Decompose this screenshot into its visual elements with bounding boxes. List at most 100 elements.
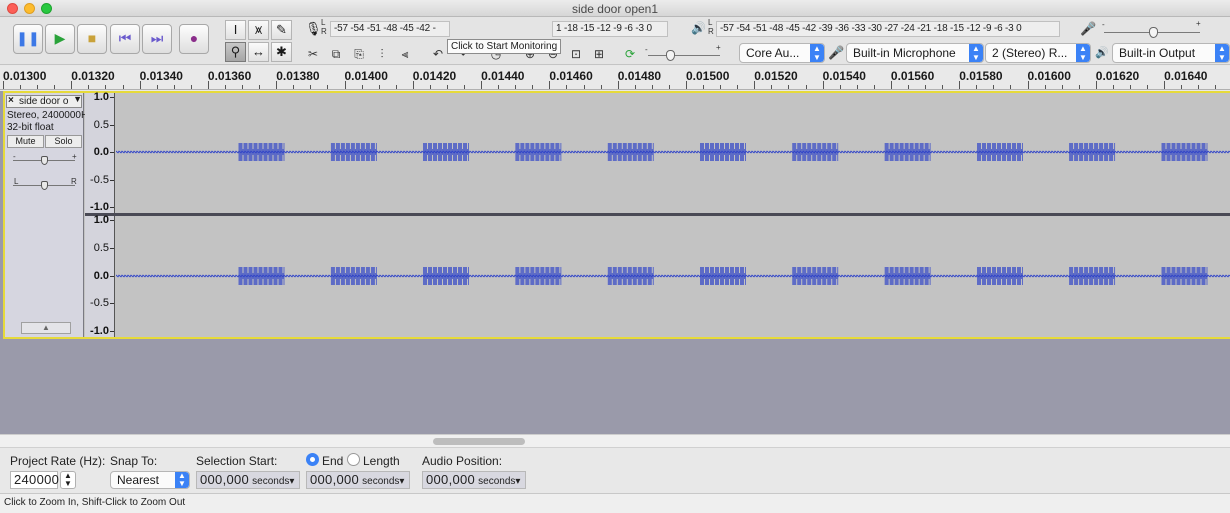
ruler-tick-mark — [276, 81, 278, 89]
right-channel-waveform[interactable] — [116, 216, 1230, 337]
ruler-tick-mark — [754, 81, 756, 89]
status-bar: Click to Zoom In, Shift-Click to Zoom Ou… — [0, 493, 1230, 513]
project-rate-combo[interactable]: 240000 — [10, 471, 59, 489]
pause-button[interactable]: ❚❚ — [13, 24, 43, 54]
ruler-tick-label: 0.01460 — [549, 69, 593, 83]
selection-start-time[interactable]: 000,000 seconds▾ — [196, 471, 300, 489]
ruler-tick-mark — [976, 85, 978, 89]
zoom-tool[interactable]: ⚲ — [225, 42, 246, 62]
draw-tool[interactable]: ✎ — [271, 20, 292, 40]
right-channel-waveform-svg — [116, 267, 1230, 285]
length-radio[interactable] — [347, 453, 360, 466]
mic-volume-icon: 🎤 — [1080, 21, 1097, 36]
track-name-menu[interactable]: side door o — [6, 95, 82, 108]
project-rate-stepper[interactable]: ▲ ▼ — [60, 471, 76, 489]
time-shift-tool[interactable]: ↔ — [248, 42, 269, 62]
ruler-tick-mark — [1129, 85, 1131, 89]
play-icon: ▶ — [54, 30, 66, 46]
gain-knob[interactable] — [41, 156, 48, 165]
skip-start-button[interactable]: ⏮ — [110, 24, 140, 54]
solo-button[interactable]: Solo — [45, 135, 82, 148]
playback-meter[interactable]: -57 -54 -51 -48 -45 -42 -39 -36 -33 -30 … — [716, 21, 1060, 37]
pencil-icon: ✎ — [276, 22, 287, 37]
audio-position-time[interactable]: 000,000 seconds▾ — [422, 471, 526, 489]
ruler-tick-mark — [1078, 85, 1080, 89]
amplitude-tick — [110, 179, 114, 181]
track-menu-arrow-icon[interactable]: ▼ — [73, 94, 82, 104]
audio-host-select[interactable]: Core Au... ▲ ▼ — [739, 43, 825, 63]
cut-button[interactable]: ✂ — [303, 44, 323, 64]
selection-tool[interactable]: I — [225, 20, 246, 40]
audio-position-value: 000,000 — [426, 472, 476, 487]
time-format-arrow-icon: ▾ — [289, 476, 295, 487]
ruler-tick-label: 0.01500 — [686, 69, 730, 83]
left-channel-waveform[interactable] — [116, 93, 1230, 213]
ruler-tick-mark — [481, 81, 483, 89]
close-track-icon[interactable]: × — [8, 95, 14, 106]
mic-volume-knob[interactable] — [1149, 27, 1158, 38]
selection-toolbar: Project Rate (Hz): 240000 ▲ ▼ Snap To: Ne… — [0, 447, 1230, 493]
undo-button[interactable]: ↶ — [428, 44, 448, 64]
double-arrow-icon: ↔ — [252, 44, 265, 59]
audio-track[interactable]: side door o × ▼ Stereo, 2400000Hz 32-bit… — [3, 91, 1230, 339]
paste-icon: ⎘ — [354, 47, 364, 61]
copy-button[interactable]: ⧉ — [326, 44, 346, 64]
amplitude-tick — [110, 275, 114, 277]
ruler-tick-mark — [71, 81, 73, 89]
mute-button[interactable]: Mute — [7, 135, 44, 148]
waveform-burst-lines — [423, 143, 469, 161]
pan-knob[interactable] — [41, 181, 48, 190]
silence-icon: ⫷ — [401, 47, 409, 61]
snap-to-select[interactable]: Nearest ▲ ▼ — [110, 471, 190, 489]
scrollbar-thumb[interactable] — [433, 438, 525, 445]
trim-button[interactable]: ⫶ — [372, 44, 392, 64]
left-channel-amplitude-ruler: 1.0 0.5 0.0 -0.5 -1.0 — [85, 91, 115, 213]
timeline-ruler[interactable]: 0.01300 0.01320 0.01340 0.01360 0.01380 0.014… — [0, 66, 1230, 90]
play-button[interactable]: ▶ — [45, 24, 75, 54]
selection-end-time[interactable]: 000,000 seconds▾ — [306, 471, 410, 489]
horizontal-scrollbar[interactable] — [0, 434, 1230, 447]
time-format-arrow-icon: ▾ — [399, 476, 405, 487]
ruler-tick-label: 0.01320 — [71, 69, 115, 83]
silence-button[interactable]: ⫷ — [395, 44, 415, 64]
record-meter[interactable]: -57 -54 -51 -48 -45 -42 - — [330, 21, 450, 37]
skip-end-icon: ⏭ — [150, 30, 164, 46]
play-loop-icon: ⟳ — [624, 47, 636, 61]
recording-device-select[interactable]: Built-in Microphone ▲ ▼ — [846, 43, 984, 63]
ruler-tick-mark — [1044, 85, 1046, 89]
fit-selection-button[interactable]: ⊡ — [566, 44, 586, 64]
record-button[interactable]: ● — [179, 24, 209, 54]
skip-end-button[interactable]: ⏭ — [142, 24, 172, 54]
ruler-tick-mark — [3, 81, 4, 89]
start-monitoring-tooltip[interactable]: Click to Start Monitoring — [447, 39, 562, 54]
paste-button[interactable]: ⎘ — [349, 44, 369, 64]
ruler-tick-mark — [771, 85, 773, 89]
ruler-tick-mark — [293, 85, 295, 89]
play-at-speed-button[interactable]: ⟳ — [620, 44, 640, 64]
playback-device-select[interactable]: Built-in Output ▲ ▼ — [1112, 43, 1230, 63]
ruler-tick-mark — [737, 85, 739, 89]
stop-button[interactable]: ■ — [77, 24, 107, 54]
ruler-tick-mark — [498, 85, 500, 89]
ruler-tick-mark — [686, 81, 687, 89]
ruler-tick-label: 0.01600 — [1027, 69, 1071, 83]
end-radio[interactable] — [306, 453, 319, 466]
stepper-arrows-icon: ▲ ▼ — [64, 471, 72, 488]
play-speed-knob[interactable] — [666, 50, 675, 61]
amplitude-tick — [110, 303, 114, 305]
collapse-track-button[interactable]: ▲ — [21, 322, 71, 334]
envelope-tool[interactable]: ⩙ — [248, 20, 269, 40]
play-speed-slider[interactable] — [648, 55, 720, 56]
title-bar: side door open1 — [0, 0, 1230, 17]
amplitude-tick — [110, 124, 114, 126]
fit-project-button[interactable]: ⊞ — [589, 44, 609, 64]
multi-tool[interactable]: ✱ — [271, 42, 292, 62]
recording-channels-select[interactable]: 2 (Stereo) R... ▲ ▼ — [985, 43, 1091, 63]
ruler-tick-mark — [890, 81, 892, 89]
ruler-tick-label: 0.01340 — [139, 69, 183, 83]
pause-icon: ❚❚ — [16, 30, 40, 46]
ruler-tick-label: 0.01380 — [276, 69, 320, 83]
playback-device-value: Built-in Output — [1119, 46, 1196, 60]
ruler-tick-mark — [20, 85, 22, 89]
ruler-tick-mark — [805, 85, 807, 89]
